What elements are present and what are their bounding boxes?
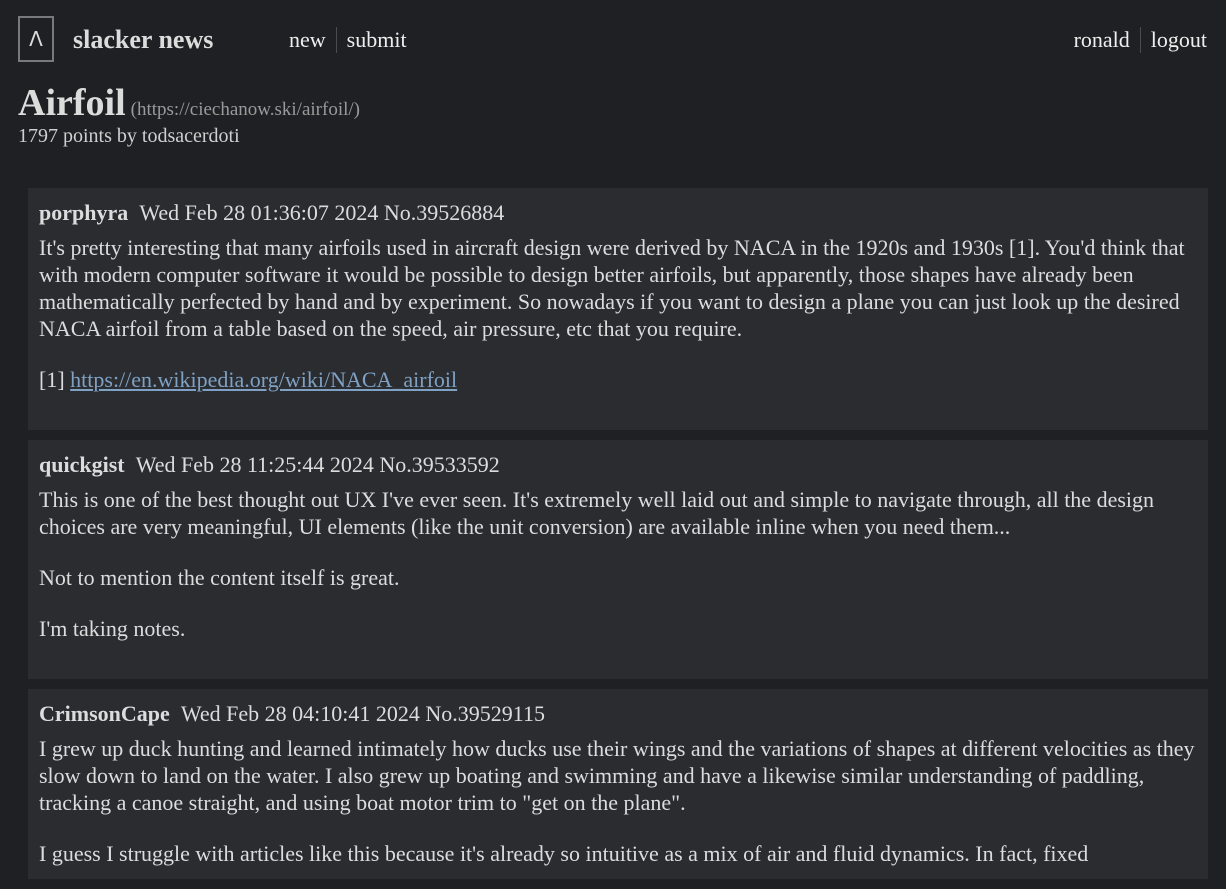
comment-header: porphyra Wed Feb 28 01:36:07 2024 No.395…: [39, 200, 1197, 226]
comment-header: CrimsonCape Wed Feb 28 04:10:41 2024 No.…: [39, 701, 1197, 727]
comment: porphyra Wed Feb 28 01:36:07 2024 No.395…: [28, 188, 1208, 430]
comment-header: quickgist Wed Feb 28 11:25:44 2024 No.39…: [39, 452, 1197, 478]
story-title-row: Airfoil (https://ciechanow.ski/airfoil/): [18, 80, 360, 126]
top-bar: Λ slacker news new submit ronald logout: [0, 0, 1226, 80]
comment-author[interactable]: CrimsonCape: [39, 701, 170, 726]
story-meta: 1797 points by todsacerdoti: [18, 125, 240, 147]
comment-paragraph: [1] https://en.wikipedia.org/wiki/NACA_a…: [39, 366, 1197, 393]
comment-paragraph: Not to mention the content itself is gre…: [39, 565, 400, 590]
nav-submit-link[interactable]: submit: [347, 26, 407, 54]
comment-list: porphyra Wed Feb 28 01:36:07 2024 No.395…: [28, 188, 1208, 889]
nav-divider: [335, 27, 337, 53]
comment: quickgist Wed Feb 28 11:25:44 2024 No.39…: [28, 440, 1208, 679]
comment: CrimsonCape Wed Feb 28 04:10:41 2024 No.…: [28, 689, 1208, 879]
comment-author[interactable]: quickgist: [39, 452, 125, 477]
logo-icon: Λ: [29, 27, 43, 51]
comment-paragraph: This is one of the best thought out UX I…: [39, 487, 1155, 539]
username-link[interactable]: ronald: [1074, 26, 1130, 54]
comment-paragraph: I grew up duck hunting and learned intim…: [39, 736, 1195, 815]
reference-prefix: [1]: [39, 367, 65, 392]
comment-body: This is one of the best thought out UX I…: [39, 486, 1197, 642]
story-title[interactable]: Airfoil: [18, 80, 126, 126]
comment-body: I grew up duck hunting and learned intim…: [39, 735, 1197, 867]
nav-new-link[interactable]: new: [289, 26, 326, 54]
logout-link[interactable]: logout: [1151, 26, 1207, 54]
user-nav-divider: [1139, 27, 1141, 53]
main-nav: new submit: [289, 26, 407, 54]
comment-paragraph: I guess I struggle with articles like th…: [39, 841, 1089, 866]
comment-author[interactable]: porphyra: [39, 200, 128, 225]
comment-meta[interactable]: Wed Feb 28 04:10:41 2024 No.39529115: [181, 701, 545, 726]
comment-paragraph: It's pretty interesting that many airfoi…: [39, 235, 1185, 341]
comment-paragraph: I'm taking notes.: [39, 616, 186, 641]
comment-meta[interactable]: Wed Feb 28 11:25:44 2024 No.39533592: [136, 452, 500, 477]
comment-body: It's pretty interesting that many airfoi…: [39, 234, 1197, 393]
comment-meta[interactable]: Wed Feb 28 01:36:07 2024 No.39526884: [139, 200, 504, 225]
logo-button[interactable]: Λ: [18, 16, 54, 62]
story-header: Airfoil (https://ciechanow.ski/airfoil/)…: [18, 80, 360, 148]
user-nav: ronald logout: [1074, 26, 1207, 54]
reference-link[interactable]: https://en.wikipedia.org/wiki/NACA_airfo…: [70, 367, 457, 392]
story-url[interactable]: (https://ciechanow.ski/airfoil/): [131, 99, 360, 121]
site-name[interactable]: slacker news: [73, 24, 213, 56]
